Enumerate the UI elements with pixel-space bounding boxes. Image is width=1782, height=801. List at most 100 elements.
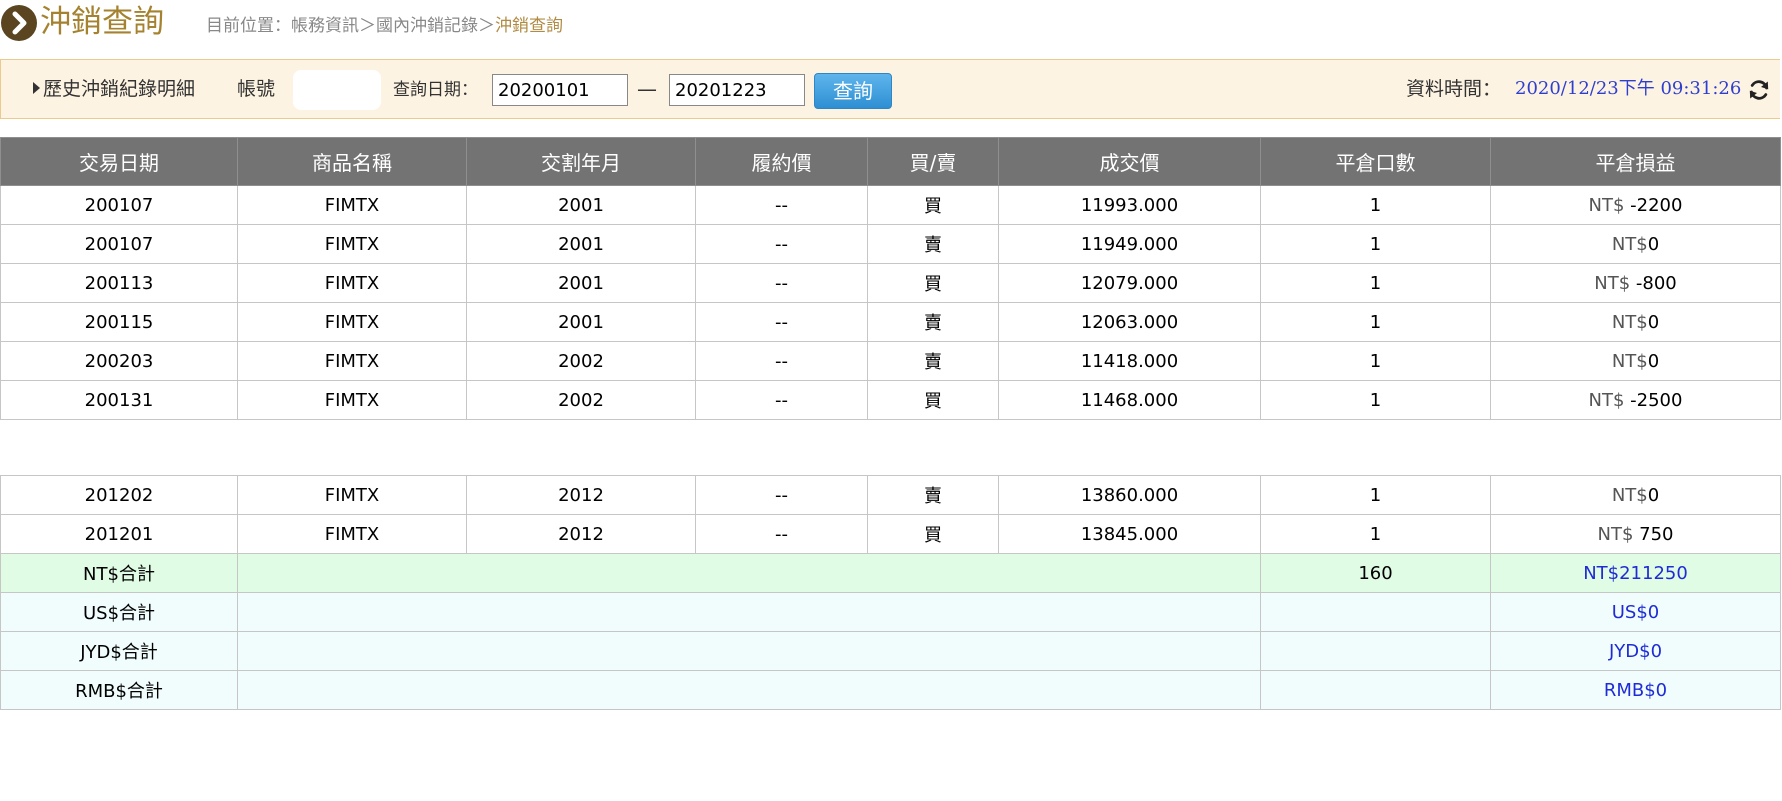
data-time-label: 資料時間： <box>1406 78 1502 100</box>
total-spacer <box>237 592 1261 632</box>
chevron-right-circle-icon <box>1 5 37 41</box>
cell-delivery-month: 2002 <box>466 380 696 420</box>
offset-records-table: 交易日期 商品名稱 交割年月 履約價 買/賣 成交價 平倉口數 平倉損益 200… <box>0 137 1781 710</box>
total-spacer <box>237 553 1261 593</box>
pnl-currency: NT$ <box>1611 311 1648 333</box>
cell-trade-price: 11468.000 <box>998 380 1261 420</box>
cell-buy-sell: 賣 <box>867 475 999 515</box>
table-row: 201201 FIMTX 2012 -- 買 13845.000 1 NT$ 7… <box>0 514 1781 554</box>
total-qty: 160 <box>1260 553 1491 593</box>
cell-delivery-month: 2012 <box>466 475 696 515</box>
cell-delivery-month: 2001 <box>466 224 696 264</box>
cell-close-pnl: NT$ 750 <box>1490 514 1781 554</box>
cell-strike-price: -- <box>695 380 868 420</box>
cell-trade-price: 11949.000 <box>998 224 1261 264</box>
column-header-close-qty: 平倉口數 <box>1260 137 1491 186</box>
cell-product: FIMTX <box>237 185 467 225</box>
table-row: 200203 FIMTX 2002 -- 賣 11418.000 1 NT$0 <box>0 341 1781 381</box>
column-header-buy-sell: 買/賣 <box>867 137 999 186</box>
account-value-masked <box>293 70 381 110</box>
date-label: 查詢日期： <box>393 80 478 100</box>
page-title: 沖銷查詢 <box>40 4 164 40</box>
total-label: RMB$合計 <box>0 670 238 710</box>
cell-delivery-month: 2001 <box>466 185 696 225</box>
cell-trade-date: 200107 <box>0 224 238 264</box>
cell-strike-price: -- <box>695 185 868 225</box>
total-row-jyd: JYD$合計 JYD$0 <box>0 631 1781 671</box>
cell-strike-price: -- <box>695 263 868 303</box>
breadcrumb-item-domestic-records[interactable]: 國內沖銷記錄 <box>376 16 478 36</box>
pnl-value: 0 <box>1647 350 1660 372</box>
total-label: US$合計 <box>0 592 238 632</box>
cell-close-pnl: NT$0 <box>1490 302 1781 342</box>
refresh-icon[interactable] <box>1747 78 1771 102</box>
pnl-currency: NT$ <box>1597 523 1634 545</box>
pnl-currency: NT$ <box>1588 389 1625 411</box>
pnl-currency: NT$ <box>1611 350 1648 372</box>
end-date-input[interactable] <box>669 74 805 106</box>
column-header-trade-date: 交易日期 <box>0 137 238 186</box>
query-button[interactable]: 查詢 <box>814 73 892 109</box>
total-spacer <box>237 631 1261 671</box>
table-body: 200107 FIMTX 2001 -- 買 11993.000 1 NT$ -… <box>0 185 1781 710</box>
pnl-value: 0 <box>1647 311 1660 333</box>
cell-trade-date: 201201 <box>0 514 238 554</box>
pnl-value: -2500 <box>1624 389 1683 411</box>
cell-close-qty: 1 <box>1260 380 1491 420</box>
cell-buy-sell: 賣 <box>867 302 999 342</box>
account-label: 帳號 <box>237 78 276 100</box>
total-value: NT$211250 <box>1490 553 1781 593</box>
data-table-wrap: 交易日期 商品名稱 交割年月 履約價 買/賣 成交價 平倉口數 平倉損益 200… <box>0 137 1782 710</box>
filter-bar: 歷史沖銷紀錄明細 帳號 查詢日期： — 查詢 資料時間： 2020/12/23下… <box>0 59 1780 119</box>
start-date-input[interactable] <box>492 74 628 106</box>
cell-product: FIMTX <box>237 341 467 381</box>
cell-trade-date: 200115 <box>0 302 238 342</box>
cell-close-qty: 1 <box>1260 224 1491 264</box>
cell-buy-sell: 買 <box>867 263 999 303</box>
total-value: US$0 <box>1490 592 1781 632</box>
page-header: 沖銷查詢 目前位置：帳務資訊＞國內沖銷記錄＞沖銷查詢 <box>0 0 1782 50</box>
cell-close-pnl: NT$0 <box>1490 341 1781 381</box>
cell-buy-sell: 買 <box>867 380 999 420</box>
cell-strike-price: -- <box>695 514 868 554</box>
total-value: RMB$0 <box>1490 670 1781 710</box>
cell-trade-date: 200113 <box>0 263 238 303</box>
date-range-dash: — <box>637 77 657 101</box>
cell-delivery-month: 2001 <box>466 302 696 342</box>
section-label-text: 歷史沖銷紀錄明細 <box>43 78 196 100</box>
breadcrumb-separator: ＞ <box>478 16 495 36</box>
cell-buy-sell: 賣 <box>867 341 999 381</box>
cell-buy-sell: 賣 <box>867 224 999 264</box>
cell-trade-price: 12063.000 <box>998 302 1261 342</box>
cell-product: FIMTX <box>237 263 467 303</box>
cell-close-qty: 1 <box>1260 185 1491 225</box>
cell-buy-sell: 買 <box>867 185 999 225</box>
table-row: 200115 FIMTX 2001 -- 賣 12063.000 1 NT$0 <box>0 302 1781 342</box>
column-header-delivery-month: 交割年月 <box>466 137 696 186</box>
cell-close-qty: 1 <box>1260 263 1491 303</box>
data-time-value: 2020/12/23下午 09:31:26 <box>1515 78 1742 99</box>
pnl-value: 0 <box>1647 233 1660 255</box>
cell-close-pnl: NT$0 <box>1490 224 1781 264</box>
column-header-product: 商品名稱 <box>237 137 467 186</box>
total-qty <box>1260 631 1491 671</box>
cell-product: FIMTX <box>237 224 467 264</box>
cell-trade-date: 201202 <box>0 475 238 515</box>
breadcrumb: 目前位置：帳務資訊＞國內沖銷記錄＞沖銷查詢 <box>206 15 563 37</box>
pnl-value: -2200 <box>1624 194 1683 216</box>
total-qty <box>1260 592 1491 632</box>
section-label: 歷史沖銷紀錄明細 <box>33 78 195 100</box>
pnl-currency: NT$ <box>1611 484 1648 506</box>
breadcrumb-prefix: 目前位置： <box>206 16 291 36</box>
total-qty <box>1260 670 1491 710</box>
table-row: 200107 FIMTX 2001 -- 買 11993.000 1 NT$ -… <box>0 185 1781 225</box>
column-header-close-pnl: 平倉損益 <box>1490 137 1781 186</box>
cell-close-qty: 1 <box>1260 302 1491 342</box>
cell-trade-date: 200131 <box>0 380 238 420</box>
pnl-currency: NT$ <box>1611 233 1648 255</box>
table-row: 200107 FIMTX 2001 -- 賣 11949.000 1 NT$0 <box>0 224 1781 264</box>
total-row-nt: NT$合計 160 NT$211250 <box>0 553 1781 593</box>
cell-product: FIMTX <box>237 380 467 420</box>
cell-close-qty: 1 <box>1260 514 1491 554</box>
breadcrumb-item-account[interactable]: 帳務資訊 <box>291 16 359 36</box>
